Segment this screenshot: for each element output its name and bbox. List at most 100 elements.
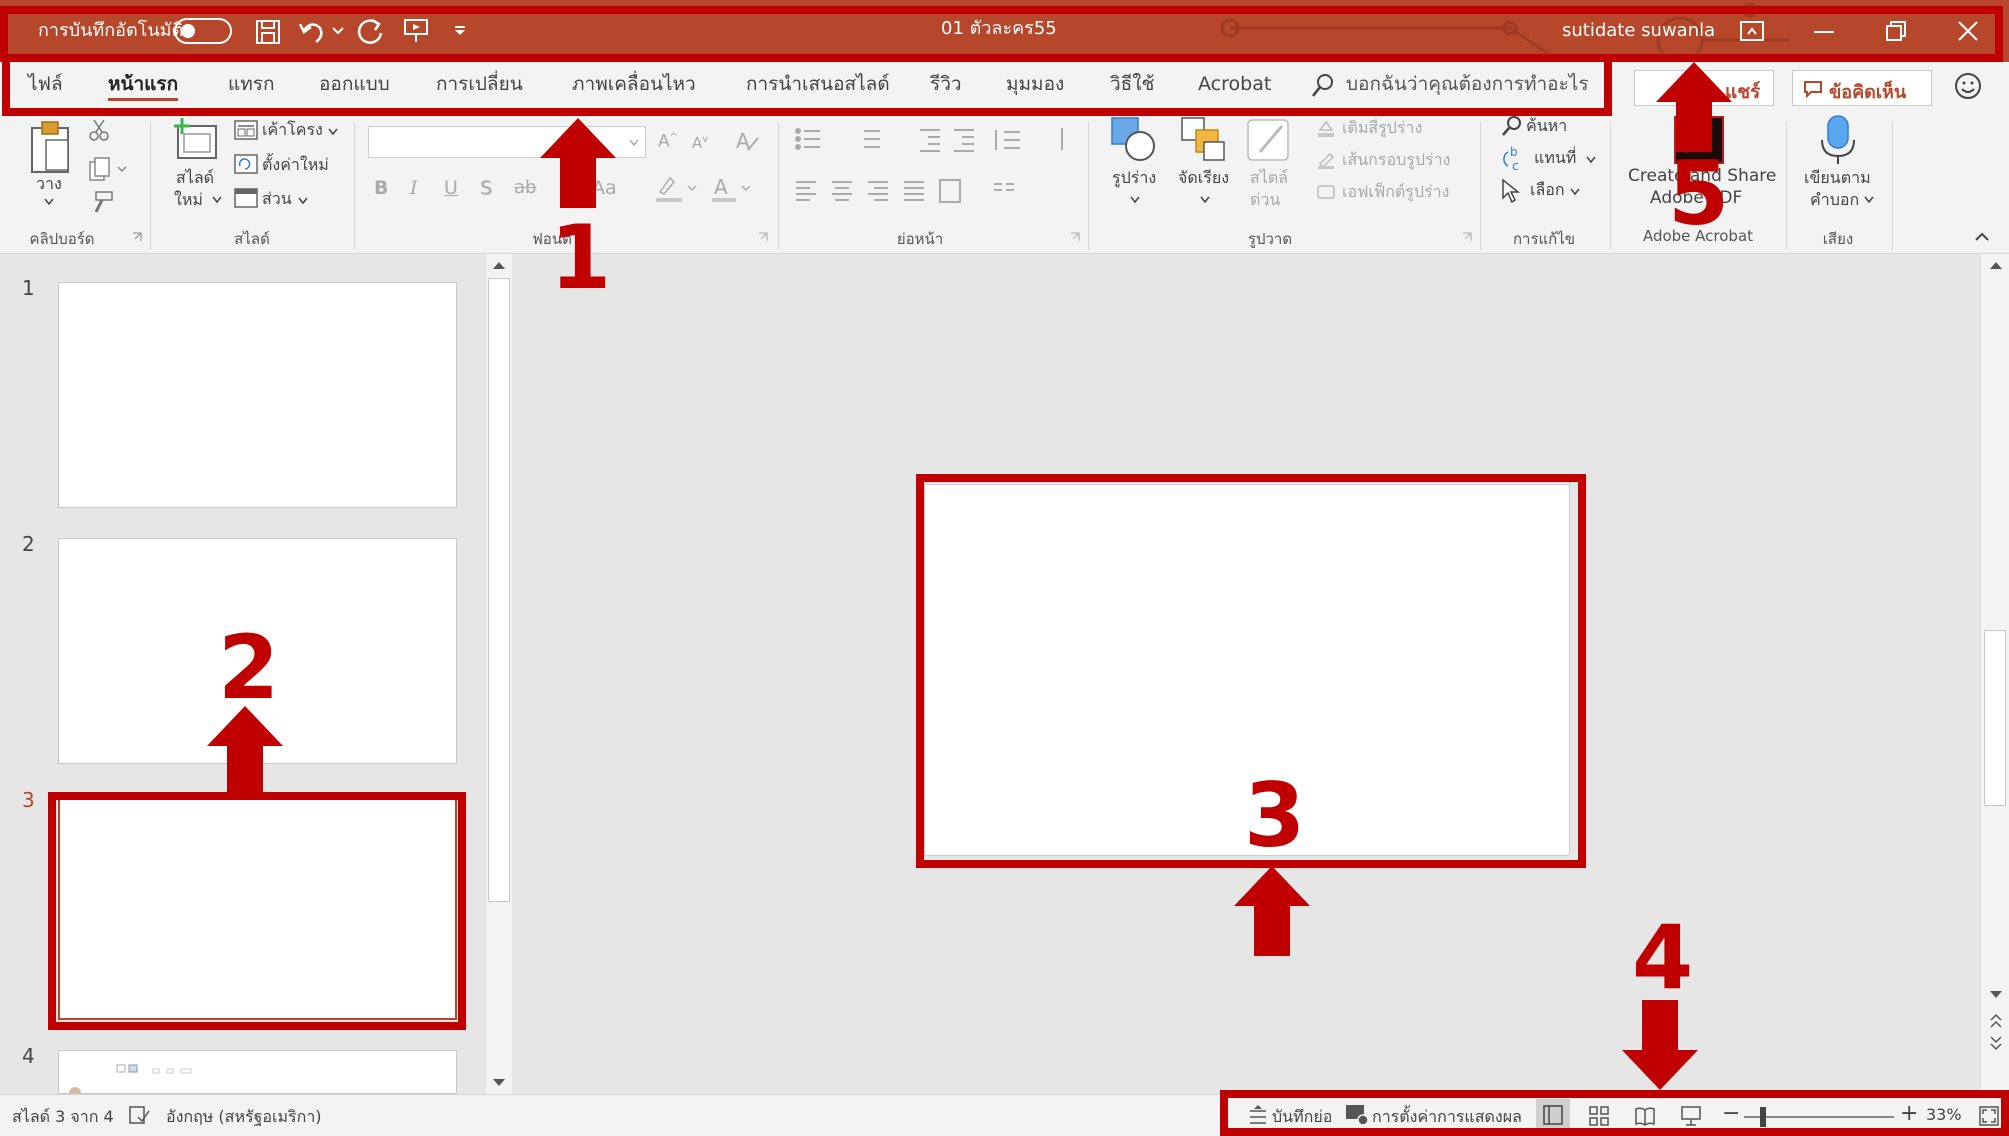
tab-transitions[interactable]: การเปลี่ยน (436, 72, 523, 96)
quick-styles-label-2[interactable]: ด่วน (1250, 190, 1280, 210)
underline-button[interactable]: U (444, 178, 458, 198)
shape-outline-icon[interactable] (1316, 150, 1336, 170)
shape-effects-icon[interactable] (1316, 182, 1336, 202)
find-icon[interactable] (1500, 114, 1524, 138)
highlight-color-icon[interactable] (654, 174, 698, 204)
scroll-down-icon[interactable] (492, 1078, 506, 1088)
language-status[interactable]: อังกฤษ (สหรัฐอเมริกา) (166, 1105, 322, 1130)
shape-fill-label[interactable]: เติมสีรูปร่าง (1342, 118, 1422, 138)
normal-view-button[interactable] (1536, 1099, 1570, 1131)
tab-slide-show[interactable]: การนำเสนอสไลด์ (746, 72, 890, 96)
new-slide-dropdown-icon[interactable] (212, 196, 222, 204)
dictate-label[interactable]: เขียนตาม (1804, 168, 1871, 188)
font-name-combobox[interactable] (368, 126, 646, 158)
shape-fill-icon[interactable] (1316, 118, 1336, 138)
scroll-up-icon[interactable] (492, 260, 506, 270)
decrease-font-size[interactable]: Av (692, 130, 708, 153)
quick-styles-icon[interactable] (1246, 116, 1294, 164)
slide-show-icon[interactable] (1680, 1105, 1702, 1127)
zoom-slider-track[interactable] (1744, 1116, 1894, 1118)
tab-insert[interactable]: แทรก (228, 72, 274, 96)
dictate-dropdown-icon[interactable] (1864, 196, 1874, 204)
save-icon[interactable] (254, 18, 282, 46)
clear-formatting-icon[interactable]: A (734, 128, 762, 154)
notes-icon[interactable] (1248, 1105, 1268, 1127)
shape-effects-label[interactable]: เอฟเฟ็กต์รูปร่าง (1342, 182, 1449, 202)
shapes-label[interactable]: รูปร่าง (1112, 168, 1156, 188)
drawing-dialog-launcher-icon[interactable] (1462, 232, 1472, 242)
comments-button[interactable]: ข้อคิดเห็น (1792, 70, 1932, 106)
tab-animations[interactable]: ภาพเคลื่อนไหว (572, 72, 696, 96)
microphone-icon[interactable] (1818, 114, 1858, 166)
slide-thumbnail-4[interactable] (58, 1050, 457, 1094)
slide-sorter-icon[interactable] (1588, 1105, 1610, 1127)
fit-slide-icon[interactable] (1978, 1105, 2000, 1127)
ribbon-display-options-icon[interactable] (1739, 20, 1765, 42)
share-button[interactable]: แชร์ (1634, 70, 1774, 106)
dialog-launcher-icon[interactable] (132, 232, 142, 242)
layout-label[interactable]: เค้าโครง (262, 120, 323, 140)
minimize-icon[interactable] (1812, 20, 1836, 42)
alignment-icons[interactable] (794, 172, 1084, 212)
editor-scroll-down-icon[interactable] (1989, 990, 2003, 1000)
shadow-button[interactable]: S (480, 178, 492, 198)
notes-button[interactable]: บันทึกย่อ (1272, 1105, 1332, 1130)
collapse-ribbon-icon[interactable] (1974, 230, 1990, 242)
tell-me-search[interactable]: บอกฉันว่าคุณต้องการทำอะไร (1346, 72, 1589, 96)
select-label[interactable]: เลือก (1530, 180, 1565, 200)
paste-dropdown-icon[interactable] (44, 198, 54, 206)
display-settings-icon[interactable] (1344, 1103, 1370, 1127)
format-painter-icon[interactable] (88, 190, 114, 216)
smiley-icon[interactable] (1952, 70, 1984, 102)
italic-button[interactable]: I (410, 178, 418, 198)
font-dialog-launcher-icon[interactable] (758, 232, 768, 242)
select-dropdown-icon[interactable] (1570, 188, 1580, 196)
restore-icon[interactable] (1884, 20, 1908, 42)
close-icon[interactable] (1956, 20, 1980, 42)
zoom-in-button[interactable]: + (1900, 1101, 1918, 1126)
slide-thumbnail-1[interactable] (58, 282, 457, 508)
copy-icon[interactable] (88, 156, 128, 182)
thumbnail-scrollbar[interactable] (486, 254, 512, 1094)
quick-styles-label[interactable]: สไตล์ (1250, 168, 1288, 188)
user-name[interactable]: sutidate suwanla (1562, 20, 1715, 42)
reset-label[interactable]: ตั้งค่าใหม่ (262, 155, 329, 175)
arrange-label[interactable]: จัดเรียง (1178, 168, 1229, 188)
previous-slide-icon[interactable] (1989, 1012, 2003, 1030)
zoom-out-button[interactable]: − (1722, 1101, 1740, 1126)
zoom-level[interactable]: 33% (1926, 1105, 1962, 1124)
arrange-dropdown-icon[interactable] (1200, 196, 1210, 204)
increase-font-size[interactable]: A^ (658, 128, 678, 152)
next-slide-icon[interactable] (1989, 1034, 2003, 1052)
replace-label[interactable]: แทนที่ (1534, 148, 1576, 168)
replace-dropdown-icon[interactable] (1586, 156, 1596, 164)
customize-toolbar-icon[interactable] (454, 26, 466, 36)
tab-acrobat[interactable]: Acrobat (1198, 72, 1271, 96)
display-settings-button[interactable]: การตั้งค่าการแสดงผล (1372, 1105, 1522, 1130)
zoom-slider-thumb[interactable] (1760, 1107, 1767, 1127)
cut-icon[interactable] (88, 118, 110, 142)
paste-label[interactable]: วาง (36, 174, 62, 194)
paste-icon[interactable] (28, 118, 72, 174)
thumbnail-scroll-thumb[interactable] (488, 278, 510, 902)
new-slide-label[interactable]: สไลด์ (176, 168, 214, 188)
tab-help[interactable]: วิธีใช้ (1110, 72, 1154, 96)
paragraph-dialog-launcher-icon[interactable] (1070, 232, 1080, 242)
shape-outline-label[interactable]: เส้นกรอบรูปร่าง (1342, 150, 1450, 170)
font-name-dropdown-icon[interactable] (629, 139, 639, 147)
change-case-button[interactable]: Aa (592, 178, 617, 198)
tab-home[interactable]: หน้าแรก (108, 72, 179, 101)
strikethrough-button[interactable]: ab (514, 178, 536, 198)
shapes-icon[interactable] (1110, 116, 1158, 164)
reset-icon[interactable] (234, 154, 258, 174)
select-cursor-icon[interactable] (1500, 178, 1522, 204)
shapes-dropdown-icon[interactable] (1130, 196, 1140, 204)
section-icon[interactable] (234, 188, 258, 208)
list-indent-icons[interactable] (794, 126, 1084, 154)
dictate-label-2[interactable]: คำบอก (1810, 190, 1859, 210)
tab-view[interactable]: มุมมอง (1006, 72, 1064, 96)
autosave-toggle[interactable] (174, 18, 232, 44)
arrange-icon[interactable] (1180, 116, 1228, 164)
find-label[interactable]: ค้นหา (1526, 116, 1567, 136)
slide-thumbnail-3-selected[interactable] (58, 794, 457, 1020)
